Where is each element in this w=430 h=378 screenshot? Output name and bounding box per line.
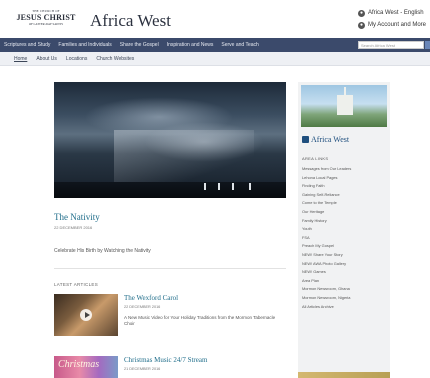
sidebar-promo-image[interactable]	[298, 372, 390, 378]
subnav-item-home[interactable]: Home	[14, 56, 27, 62]
sidebar-link[interactable]: Mormon Newsroom, Nigeria	[302, 294, 386, 303]
article-title[interactable]: The Wexford Carol	[124, 294, 178, 302]
search-icon[interactable]	[425, 41, 430, 49]
section-divider	[54, 268, 286, 269]
user-icon: ●	[357, 21, 365, 29]
sub-nav: Home About Us Locations Church Websites	[0, 52, 430, 66]
sidebar-brand-label: Africa West	[311, 135, 350, 144]
nav-item-scriptures[interactable]: Scriptures and Study	[4, 42, 50, 48]
church-logo[interactable]: THE CHURCH OF JESUS CHRIST OF LATTER-DAY…	[14, 10, 78, 26]
sidebar-link[interactable]: Family History	[302, 217, 386, 226]
feature-title[interactable]: The Nativity	[54, 212, 100, 222]
latest-articles-heading: LATEST ARTICLES	[54, 282, 99, 287]
sidebar-link[interactable]: Mormon Newsroom, Ghana	[302, 285, 386, 294]
globe-icon: ●	[357, 9, 365, 17]
temple-building	[337, 95, 353, 115]
temple-image[interactable]	[301, 85, 387, 127]
subnav-item-locations[interactable]: Locations	[66, 56, 87, 62]
sidebar-link[interactable]: NEW! AWA Photo Gallery	[302, 260, 386, 269]
language-label: Africa West - English	[367, 10, 424, 16]
sidebar-link[interactable]: Area Plan	[302, 277, 386, 286]
nav-item-share-gospel[interactable]: Share the Gospel	[120, 42, 159, 48]
thumbnail-text: Christmas	[58, 359, 100, 370]
account-label: My Account and More	[367, 22, 426, 28]
article-date: 22 DECEMBER 2016	[124, 305, 161, 309]
article-thumbnail[interactable]: Christmas	[54, 356, 118, 378]
sidebar-link[interactable]: All Articles Archive	[302, 303, 386, 312]
main-nav: Scriptures and Study Families and Indivi…	[0, 38, 430, 52]
area-logo-icon	[302, 136, 309, 143]
sidebar-link[interactable]: Gaining Self-Reliance	[302, 191, 386, 200]
site-header: THE CHURCH OF JESUS CHRIST OF LATTER-DAY…	[0, 0, 430, 38]
shepherd-figure	[218, 183, 220, 190]
nav-item-serve-teach[interactable]: Serve and Teach	[221, 42, 258, 48]
article-title[interactable]: Christmas Music 24/7 Stream	[124, 356, 207, 364]
feature-description: Celebrate His Birth by Watching the Nati…	[54, 248, 151, 254]
language-selector[interactable]: ● Africa West - English	[357, 7, 426, 19]
shepherd-figure	[249, 183, 251, 190]
article-date: 21 DECEMBER 2016	[124, 367, 161, 371]
shepherd-figure	[232, 183, 234, 190]
account-menu[interactable]: ● My Account and More	[357, 19, 426, 31]
nav-item-families[interactable]: Families and Individuals	[58, 42, 111, 48]
article-thumbnail[interactable]	[54, 294, 118, 336]
logo-line-2: JESUS CHRIST	[16, 13, 76, 22]
area-links-heading: AREA LINKS	[302, 156, 329, 161]
nav-item-inspiration[interactable]: Inspiration and News	[167, 42, 214, 48]
play-triangle-icon	[85, 312, 90, 318]
article-description: A New Music Video for Your Holiday Tradi…	[124, 315, 276, 326]
sidebar-link[interactable]: NEW! Share Your Story	[302, 251, 386, 260]
sidebar: Africa West AREA LINKS Messages from Our…	[298, 82, 390, 378]
sidebar-link[interactable]: FSA	[302, 234, 386, 243]
sidebar-brand[interactable]: Africa West	[302, 135, 349, 144]
sidebar-link[interactable]: NEW! Games	[302, 268, 386, 277]
sidebar-link[interactable]: Our Heritage	[302, 208, 386, 217]
shepherd-figure	[204, 183, 206, 190]
utility-links: ● Africa West - English ● My Account and…	[357, 7, 426, 31]
light-beam	[114, 130, 254, 190]
area-links-list: Messages from Our Leaders Lehona Local P…	[302, 165, 386, 311]
sidebar-link[interactable]: Finding Faith	[302, 182, 386, 191]
subnav-item-about[interactable]: About Us	[36, 56, 57, 62]
search-input[interactable]: Search Africa West	[358, 41, 424, 49]
sidebar-link[interactable]: Preach My Gospel	[302, 242, 386, 251]
sidebar-link[interactable]: Youth	[302, 225, 386, 234]
sidebar-link[interactable]: Lehona Local Pages	[302, 174, 386, 183]
ground-shape	[54, 182, 286, 198]
subnav-item-church-websites[interactable]: Church Websites	[96, 56, 134, 62]
site-title[interactable]: Africa West	[90, 11, 171, 31]
feature-date: 22 DECEMBER 2016	[54, 225, 93, 230]
sidebar-link[interactable]: Come to the Temple	[302, 199, 386, 208]
logo-line-3: OF LATTER-DAY SAINTS	[28, 22, 64, 26]
sidebar-link[interactable]: Messages from Our Leaders	[302, 165, 386, 174]
feature-image[interactable]	[54, 82, 286, 198]
